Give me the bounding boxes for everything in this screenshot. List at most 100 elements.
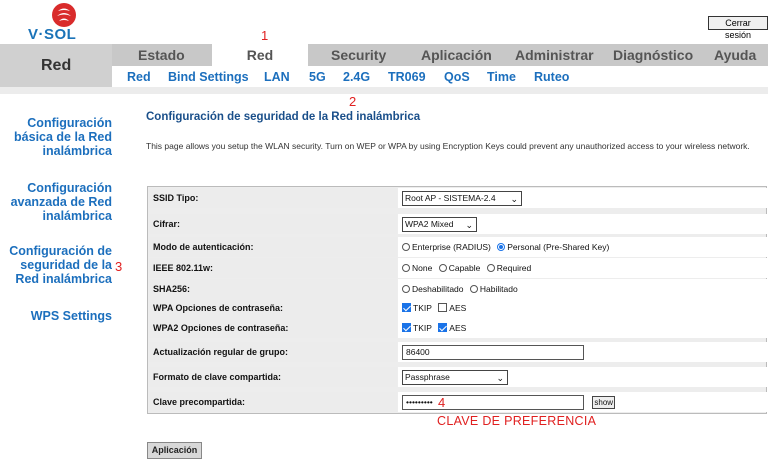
ssid-type-cell: Root AP - SISTEMA-2.4 ⌄ [398,188,767,208]
wpa-aes-checkbox[interactable] [438,303,448,312]
subtab-red[interactable]: Red [127,68,151,86]
sha256-label: SHA256: [149,279,397,299]
sidebar-item-label: Configuración de [9,244,112,258]
psk-input[interactable]: ••••••••• [402,395,584,411]
tab-estado[interactable]: Estado [138,44,185,66]
sidebar-item-label: básica de la Red [14,130,112,144]
subtab-time[interactable]: Time [487,68,516,86]
psk-cell: ••••••••• show [398,392,767,412]
ieee-capable-label: Capable [448,263,481,273]
sidebar-item-label: Configuración [27,181,112,195]
sha256-enabled-radio[interactable] [469,285,478,293]
show-password-button[interactable]: show [592,396,616,410]
section-title: Red [0,44,112,87]
psk-format-select[interactable]: Passphrase ⌄ [402,370,508,386]
cipher-cell: WPA2 Mixed ⌄ [398,214,767,234]
logout-button[interactable]: Cerrar sesión [708,16,768,40]
ssid-type-label: SSID Tipo: [149,188,397,208]
annotation-2: 2 [349,94,357,109]
ieee-none-radio[interactable] [402,264,410,272]
vsol-logo: V·SOL [24,2,104,43]
apply-button[interactable]: Aplicación [147,442,202,459]
sidebar-item-label: WPS Settings [30,309,112,323]
sidebar-item-label: seguridad de la [20,258,112,272]
ieee80211w-cell: None Capable Required [398,258,767,278]
subtab-ruteo[interactable]: Ruteo [534,68,569,86]
annotation-4: 4 [438,395,446,410]
group-update-label: Actualización regular de grupo: [149,342,397,362]
sidebar-item-advanced-wireless[interactable]: Configuración avanzada de Red inalámbric… [0,181,112,223]
page-title: Configuración de seguridad de la Red ina… [146,111,421,123]
wpa2-options-label: WPA2 Opciones de contraseña: [149,318,397,338]
subtab-qos[interactable]: QoS [444,68,470,86]
psk-format-value: Passphrase [405,372,450,383]
subtab-5g[interactable]: 5G [309,68,326,86]
sidebar-item-wps-settings[interactable]: WPS Settings [0,309,112,323]
tab-red[interactable]: Red [212,44,308,66]
form-row-psk-format: Formato de clave compartida: Passphrase … [149,367,767,387]
form-row-group-update: Actualización regular de grupo: 86400 [149,342,767,362]
ieee-required-radio[interactable] [486,264,495,272]
form-row-ieee80211w: IEEE 802.11w: None Capable Required [149,258,767,278]
auth-personal-radio[interactable] [497,243,506,251]
sidebar-item-label: inalámbrica [42,144,112,158]
ieee-none-label: None [412,263,433,273]
auth-mode-cell: Enterprise (RADIUS) Personal (Pre-Shared… [398,237,767,257]
tab-ayuda[interactable]: Ayuda [714,44,756,66]
chevron-down-icon: ⌄ [496,373,504,384]
form-row-sha256: SHA256: Deshabilitado Habilitado [149,279,767,299]
tab-administrar[interactable]: Administrar [515,44,594,66]
psk-format-cell: Passphrase ⌄ [398,367,767,387]
ssid-type-select[interactable]: Root AP - SISTEMA-2.4 ⌄ [402,191,522,207]
psk-format-label: Formato de clave compartida: [149,367,397,387]
form-row-cipher: Cifrar: WPA2 Mixed ⌄ [149,214,767,234]
chevron-down-icon: ⌄ [465,220,473,231]
tab-security[interactable]: Security [331,44,386,66]
form-row-wpa2-options: WPA2 Opciones de contraseña: TKIP AES [149,318,767,338]
tab-diagnostico[interactable]: Diagnóstico [613,44,693,66]
annotation-note: CLAVE DE PREFERENCIA [437,414,597,428]
annotation-3: 3 [115,259,123,274]
subtab-bind-settings[interactable]: Bind Settings [168,68,249,86]
wpa2-options-cell: TKIP AES [398,318,767,338]
sha256-disabled-label: Deshabilitado [412,284,464,294]
form-row-psk: Clave precompartida: ••••••••• show [149,392,767,412]
divider-strip [0,87,768,94]
auth-mode-label: Modo de autenticación: [149,237,397,257]
wpa-tkip-checkbox[interactable] [402,303,411,312]
sidebar-item-basic-wireless[interactable]: Configuración básica de la Red inalámbri… [0,116,112,158]
wpa-options-cell: TKIP AES [398,298,767,318]
subtab-tr069[interactable]: TR069 [388,68,426,86]
ieee80211w-label: IEEE 802.11w: [149,258,397,278]
ieee-required-label: Required [496,263,532,273]
sha256-enabled-label: Habilitado [479,284,518,294]
tab-aplicacion[interactable]: Aplicación [421,44,492,66]
logo-text: V·SOL [28,26,77,43]
wpa-options-label: WPA Opciones de contraseña: [149,298,397,318]
wpa2-aes-checkbox[interactable] [438,323,448,332]
subtab-2-4g[interactable]: 2.4G [343,68,370,86]
cipher-label: Cifrar: [149,214,397,234]
vsol-logo-icon [52,3,76,27]
sidebar-item-label: Red inalámbrica [15,272,112,286]
form-row-wpa-options: WPA Opciones de contraseña: TKIP AES [149,298,767,318]
auth-enterprise-label: Enterprise (RADIUS) [412,242,491,252]
wpa2-aes-label: AES [449,323,467,333]
psk-label: Clave precompartida: [149,392,397,412]
subtab-lan[interactable]: LAN [264,68,290,86]
group-update-input[interactable]: 86400 [402,345,584,361]
sha256-disabled-radio[interactable] [402,285,410,293]
wpa2-tkip-checkbox[interactable] [402,323,411,332]
ieee-capable-radio[interactable] [438,264,447,272]
auth-personal-label: Personal (Pre-Shared Key) [507,242,610,252]
sha256-cell: Deshabilitado Habilitado [398,279,767,299]
auth-enterprise-radio[interactable] [402,243,410,251]
ssid-type-value: Root AP - SISTEMA-2.4 [405,193,496,204]
sidebar-item-wireless-security[interactable]: Configuración de seguridad de la Red ina… [0,244,112,286]
wpa-aes-label: AES [449,303,467,313]
wpa2-tkip-label: TKIP [413,323,432,333]
cipher-value: WPA2 Mixed [405,219,454,230]
cipher-select[interactable]: WPA2 Mixed ⌄ [402,217,477,233]
form-row-ssid-type: SSID Tipo: Root AP - SISTEMA-2.4 ⌄ [149,188,767,208]
page-description: This page allows you setup the WLAN secu… [146,141,750,151]
